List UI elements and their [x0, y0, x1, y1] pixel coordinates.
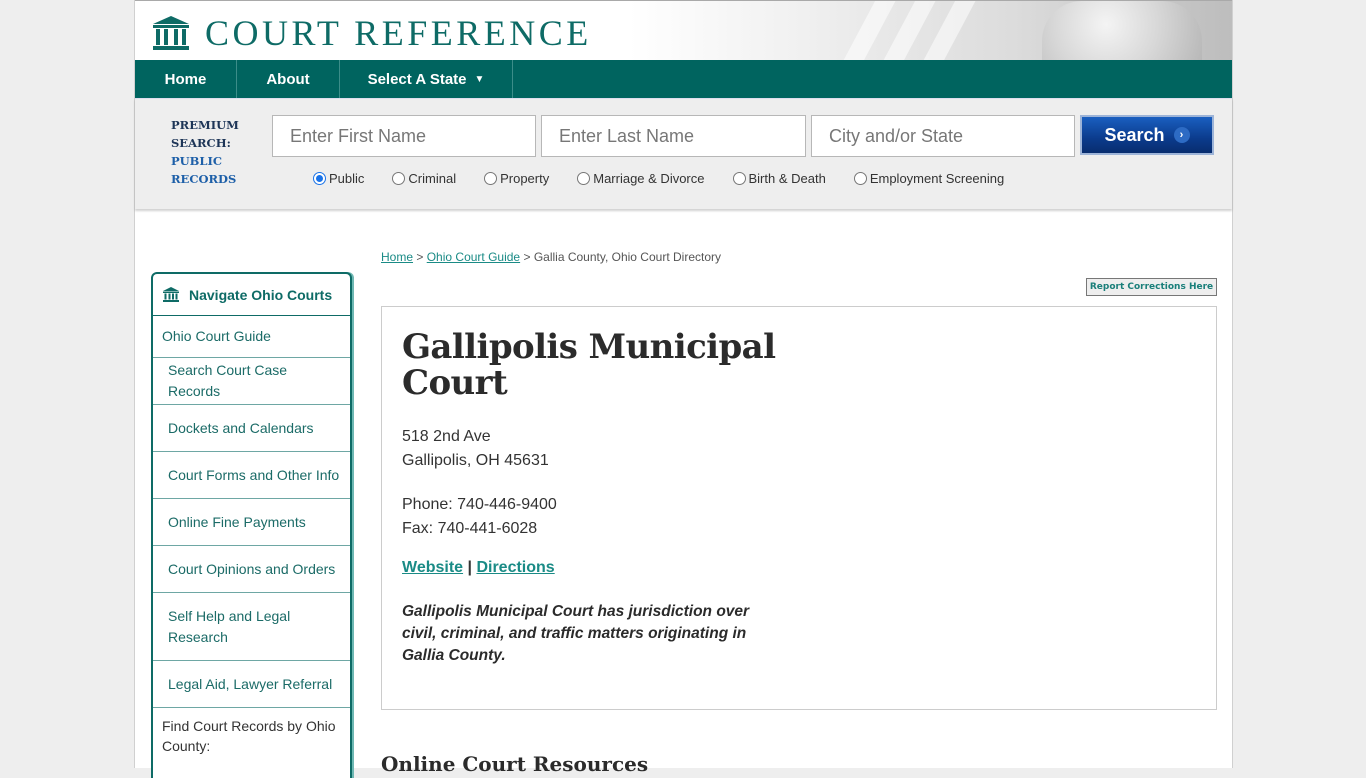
radio-button[interactable]	[484, 172, 498, 185]
nav-about[interactable]: About	[237, 60, 340, 98]
radio-label: Employment Screening	[869, 171, 1005, 186]
first-name-input[interactable]: Enter First Name	[272, 115, 536, 157]
sidebar-item-court-forms[interactable]: Court Forms and Other Info	[153, 452, 350, 499]
court-contact: Phone: 740-446-9400 Fax: 740-441-6028	[402, 493, 557, 541]
breadcrumb-separator: >	[416, 250, 424, 264]
radio-label: Marriage & Divorce	[593, 171, 705, 186]
radio-button[interactable]	[392, 172, 406, 185]
address-line-1: 518 2nd Ave	[402, 428, 491, 445]
sidebar-item-court-opinions[interactable]: Court Opinions and Orders	[153, 546, 350, 593]
sidebar-item-online-fine-payments[interactable]: Online Fine Payments	[153, 499, 350, 546]
site-title: COURT REFERENCE	[205, 13, 592, 53]
radio-property[interactable]: Property	[484, 171, 549, 186]
phone-number: Phone: 740-446-9400	[402, 496, 557, 513]
search-button[interactable]: Search ›	[1080, 115, 1214, 155]
premium-label-line: PREMIUM	[171, 118, 239, 132]
online-court-resources-heading: Online Court Resources	[381, 752, 649, 776]
link-separator: |	[467, 559, 472, 576]
site-header: COURT REFERENCE	[135, 1, 1232, 60]
report-corrections-button[interactable]: Report Corrections Here	[1086, 278, 1217, 296]
radio-criminal[interactable]: Criminal	[392, 171, 456, 186]
caret-down-icon: ▼	[474, 73, 485, 85]
radio-label: Public	[329, 171, 365, 186]
court-info-card: Gallipolis Municipal Court 518 2nd Ave G…	[381, 306, 1217, 710]
nav-home[interactable]: Home	[135, 60, 237, 98]
site-logo[interactable]: COURT REFERENCE	[151, 15, 592, 51]
breadcrumb-current: Gallia County, Ohio Court Directory	[533, 250, 721, 264]
sidebar-item-self-help[interactable]: Self Help and Legal Research	[153, 593, 350, 661]
column-capital-image	[1042, 1, 1202, 60]
court-description: Gallipolis Municipal Court has jurisdict…	[402, 603, 750, 664]
record-type-options: Public Criminal Property Marriage & Divo…	[313, 171, 1032, 186]
page-container: COURT REFERENCE Home About Select A Stat…	[134, 0, 1233, 778]
nav-select-state-label: Select A State	[367, 70, 467, 88]
court-links: Website | Directions	[402, 559, 555, 577]
radio-label: Property	[500, 171, 550, 186]
radio-button[interactable]	[853, 172, 867, 185]
website-link[interactable]: Website	[402, 559, 463, 576]
radio-button[interactable]	[732, 172, 746, 185]
radio-label: Birth & Death	[748, 171, 826, 186]
breadcrumb-guide-link[interactable]: Ohio Court Guide	[427, 250, 520, 264]
premium-label-line: RECORDS	[171, 172, 237, 186]
radio-public[interactable]: Public	[313, 171, 364, 186]
premium-search-label: PREMIUM SEARCH: PUBLIC RECORDS	[171, 116, 239, 188]
radio-button[interactable]	[577, 172, 591, 185]
chevron-right-icon: ›	[1173, 127, 1190, 143]
breadcrumb-home-link[interactable]: Home	[381, 250, 413, 264]
premium-label-line: SEARCH:	[171, 136, 231, 150]
sidebar-item-ohio-court-guide[interactable]: Ohio Court Guide	[153, 316, 350, 358]
breadcrumb-separator: >	[523, 250, 531, 264]
fax-number: Fax: 740-441-6028	[402, 520, 538, 537]
courthouse-icon	[163, 287, 179, 302]
nav-select-state[interactable]: Select A State ▼	[340, 60, 513, 98]
court-name-heading: Gallipolis Municipal Court	[402, 327, 776, 403]
radio-employment-screening[interactable]: Employment Screening	[853, 171, 1005, 186]
radio-birth-death[interactable]: Birth & Death	[732, 171, 826, 186]
premium-search-bar: PREMIUM SEARCH: PUBLIC RECORDS Enter Fir…	[135, 98, 1232, 209]
courthouse-icon	[153, 16, 189, 50]
address-line-2: Gallipolis, OH 45631	[402, 452, 549, 469]
court-address: 518 2nd Ave Gallipolis, OH 45631	[402, 425, 549, 473]
breadcrumb: Home > Ohio Court Guide > Gallia County,…	[381, 250, 721, 264]
sidebar-item-dockets-calendars[interactable]: Dockets and Calendars	[153, 405, 350, 452]
radio-label: Criminal	[408, 171, 457, 186]
premium-label-line: PUBLIC	[171, 154, 223, 168]
radio-marriage-divorce[interactable]: Marriage & Divorce	[577, 171, 705, 186]
city-state-input[interactable]: City and/or State	[811, 115, 1075, 157]
sidebar-item-legal-aid[interactable]: Legal Aid, Lawyer Referral	[153, 661, 350, 708]
last-name-input[interactable]: Enter Last Name	[541, 115, 806, 157]
sidebar-item-search-court-case-records[interactable]: Search Court Case Records	[153, 358, 350, 405]
sidebar-title: Navigate Ohio Courts	[189, 286, 333, 303]
sidebar-header: Navigate Ohio Courts	[153, 274, 350, 316]
search-button-label: Search	[1104, 124, 1165, 145]
radio-button-selected[interactable]	[313, 172, 326, 185]
directions-link[interactable]: Directions	[476, 559, 554, 576]
sidebar-navigate-courts: Navigate Ohio Courts Ohio Court Guide Se…	[151, 272, 352, 778]
main-nav: Home About Select A State ▼	[135, 60, 1232, 98]
